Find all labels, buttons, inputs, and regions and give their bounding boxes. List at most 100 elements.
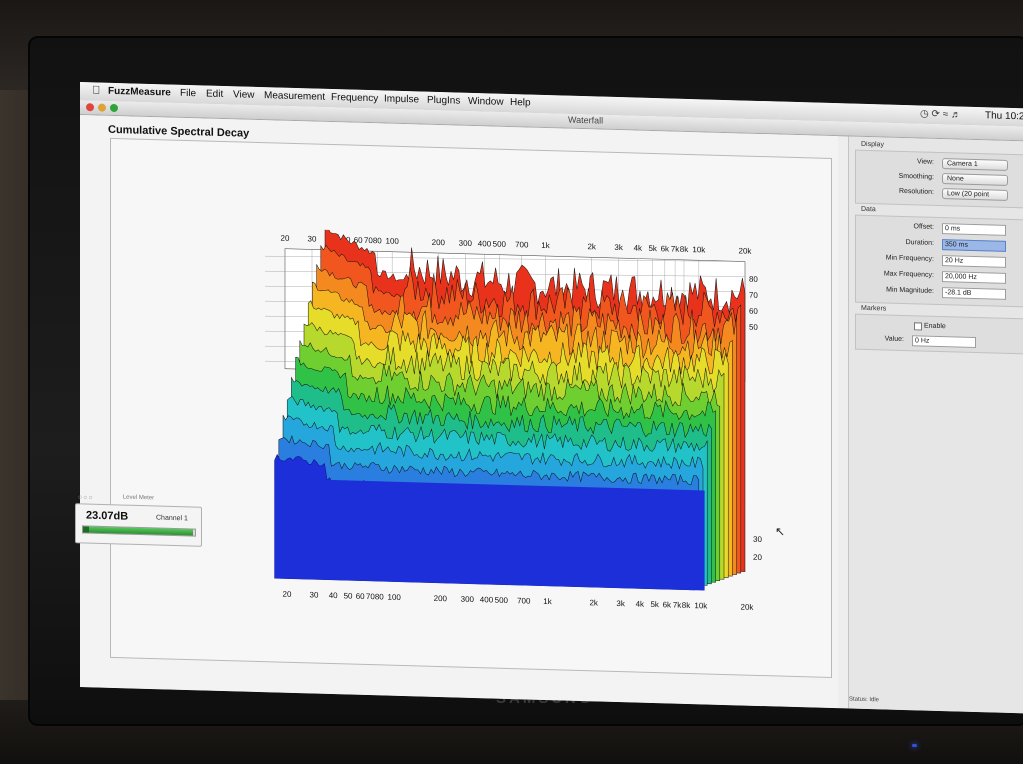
max-frequency-field[interactable]: 20,000 Hz: [942, 271, 1006, 284]
freq-tick-label-bottom: 80: [375, 592, 384, 601]
freq-tick-label-bottom: 8k: [682, 601, 691, 610]
screen:  FuzzMeasure File Edit View Measurement…: [80, 82, 1023, 714]
magnitude-tick-label-front: 30: [753, 535, 762, 544]
freq-tick-label-top: 10k: [692, 245, 706, 254]
markers-group: Enable Value: 0 Hz: [855, 313, 1023, 355]
magnitude-tick-label: 70: [749, 291, 758, 300]
marker-value-field[interactable]: 0 Hz: [912, 335, 976, 349]
menu-view[interactable]: View: [233, 89, 255, 101]
freq-tick-label-top: 8k: [680, 245, 689, 254]
freq-tick-label-bottom: 20k: [741, 602, 755, 611]
level-meter-panel[interactable]: ○○○ Level Meter 23.07dB Channel 1: [75, 494, 202, 547]
markers-enable-label: Enable: [924, 322, 946, 331]
wifi-icon[interactable]: ≈: [943, 109, 949, 120]
menu-clock[interactable]: Thu 10:2: [985, 110, 1023, 122]
freq-tick-label-top: 300: [459, 239, 473, 248]
offset-label: Offset:: [913, 223, 935, 231]
minimize-window-button[interactable]: [98, 103, 106, 112]
close-window-button[interactable]: [86, 103, 94, 112]
freq-tick-label-top: 4k: [634, 243, 643, 252]
freq-tick-label-bottom: 2k: [589, 598, 598, 607]
freq-tick-label-bottom: 10k: [694, 601, 708, 610]
plot-title: Cumulative Spectral Decay: [108, 123, 250, 140]
freq-tick-label-bottom: 6k: [663, 600, 672, 609]
menu-frequency[interactable]: Frequency: [331, 92, 378, 104]
level-meter-bar: [82, 525, 196, 537]
data-group-label: Data: [861, 205, 876, 214]
freq-tick-label-top: 30: [308, 234, 317, 243]
menu-help[interactable]: Help: [510, 97, 531, 109]
plot-panel: Cumulative Spectral Decay 20 30 40 50 60 70 80…: [80, 115, 838, 709]
menu-status-icons[interactable]: ◷ ⟳ ≈ ♬: [920, 108, 961, 120]
zoom-window-button[interactable]: [110, 103, 118, 113]
menu-measurement[interactable]: Measurement: [264, 90, 325, 103]
freq-tick-label-bottom: 20: [283, 590, 292, 599]
level-meter-fill: [83, 526, 193, 536]
level-meter-value: 23.07dB: [86, 509, 129, 523]
freq-tick-label-top: 500: [493, 240, 507, 249]
apple-menu-icon[interactable]: : [92, 84, 100, 96]
level-meter-channel: Channel 1: [156, 514, 188, 523]
view-popup[interactable]: Camera 1: [942, 158, 1008, 171]
magnitude-tick-label: 50: [749, 323, 758, 332]
offset-field[interactable]: 0 ms: [942, 223, 1006, 236]
freq-tick-label-top: 20k: [739, 246, 753, 255]
duration-label: Duration:: [905, 239, 934, 247]
window-title: Waterfall: [568, 114, 604, 126]
freq-tick-label-bottom: 100: [387, 593, 401, 602]
waterfall-plot[interactable]: 203040506070801002003004005007001k2k3k4k…: [190, 226, 770, 622]
markers-group-label: Markers: [861, 304, 887, 313]
freq-tick-label-bottom: 3k: [616, 599, 625, 608]
min-magnitude-field[interactable]: -28.1 dB: [942, 287, 1006, 300]
min-frequency-field[interactable]: 20 Hz: [942, 255, 1006, 268]
freq-tick-label-bottom: 300: [461, 595, 475, 604]
freq-tick-label-top: 6k: [661, 244, 670, 253]
duration-field[interactable]: 350 ms: [942, 239, 1006, 252]
data-group: Offset: 0 ms Duration: 350 ms Min Freque…: [855, 214, 1023, 308]
freq-tick-label-top: 1k: [541, 241, 550, 250]
magnitude-tick-label: 80: [749, 275, 758, 284]
status-line: Status: Idle: [849, 696, 880, 704]
freq-tick-label-bottom: 500: [495, 596, 509, 605]
freq-tick-label-top: 700: [515, 240, 529, 249]
freq-tick-label-top: 3k: [614, 243, 623, 252]
resolution-label: Resolution:: [898, 187, 934, 196]
freq-tick-label-bottom: 5k: [650, 600, 659, 609]
freq-tick-label-top: 20: [281, 234, 290, 243]
freq-tick-label-top: 2k: [587, 242, 596, 251]
min-frequency-label: Min Frequency:: [885, 254, 934, 263]
resolution-popup[interactable]: Low (20 point: [942, 188, 1008, 201]
freq-tick-label-top: 200: [432, 238, 446, 247]
menu-file[interactable]: File: [180, 88, 196, 99]
freq-tick-label-bottom: 1k: [543, 597, 552, 606]
front-base-block: [274, 478, 705, 591]
freq-tick-label-top: 100: [385, 237, 399, 246]
menu-impulse[interactable]: Impulse: [384, 93, 419, 105]
volume-icon[interactable]: ♬: [951, 109, 961, 120]
freq-tick-label-bottom: 4k: [636, 600, 645, 609]
freq-tick-label-bottom: 700: [517, 596, 531, 605]
smoothing-label: Smoothing:: [898, 172, 934, 181]
menu-plugins[interactable]: PlugIns: [427, 95, 460, 107]
max-frequency-label: Max Frequency:: [883, 270, 934, 279]
freq-tick-label-top: 400: [478, 239, 492, 248]
marker-value-label: Value:: [884, 335, 904, 344]
menu-window[interactable]: Window: [468, 96, 504, 108]
display-group: View: Camera 1 Smoothing: None Resolutio…: [855, 149, 1023, 209]
freq-tick-label-bottom: 40: [329, 591, 338, 600]
smoothing-popup[interactable]: None: [942, 173, 1008, 186]
freq-tick-label-bottom: 60: [356, 592, 365, 601]
menu-edit[interactable]: Edit: [206, 89, 223, 100]
display-group-label: Display: [861, 140, 884, 149]
magnitude-tick-label-front: 20: [753, 553, 762, 562]
freq-tick-label-top: 5k: [648, 244, 657, 253]
freq-tick-label-bottom: 30: [310, 590, 319, 599]
view-label: View:: [917, 158, 934, 166]
sync-status-icon[interactable]: ⟳: [932, 109, 940, 120]
clock-status-icon[interactable]: ◷: [920, 108, 929, 119]
freq-tick-label-bottom: 400: [480, 595, 494, 604]
mouse-cursor-icon: ↖: [775, 524, 786, 539]
markers-enable-checkbox[interactable]: [914, 322, 922, 331]
menu-app-name[interactable]: FuzzMeasure: [108, 86, 171, 99]
settings-sidebar: Display View: Camera 1 Smoothing: None R…: [848, 136, 1023, 714]
